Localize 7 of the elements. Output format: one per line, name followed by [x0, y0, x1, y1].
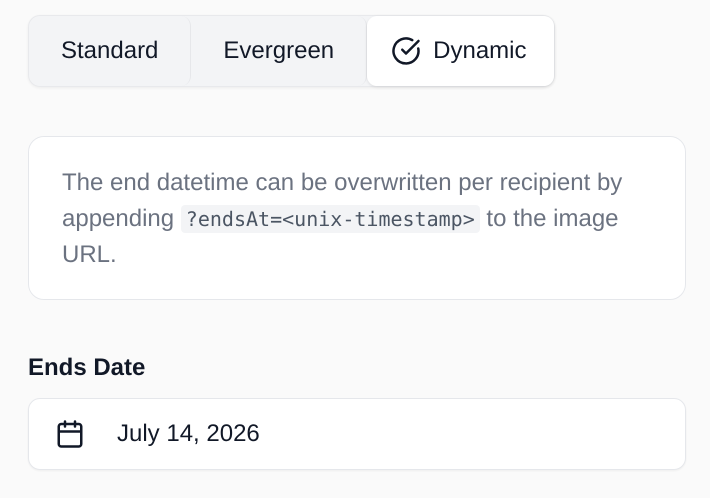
calendar-icon	[55, 419, 85, 449]
date-field[interactable]: July 14, 2026	[28, 398, 686, 470]
info-text: The end datetime can be overwritten per recipient by appending ?endsAt=<unix-timestamp> to the image URL.	[62, 168, 624, 270]
check-circle-icon	[391, 36, 422, 66]
field-label: Ends Date	[28, 354, 146, 382]
tab[interactable]: Dynamic	[367, 16, 554, 86]
tab[interactable]: Standard	[29, 16, 192, 86]
